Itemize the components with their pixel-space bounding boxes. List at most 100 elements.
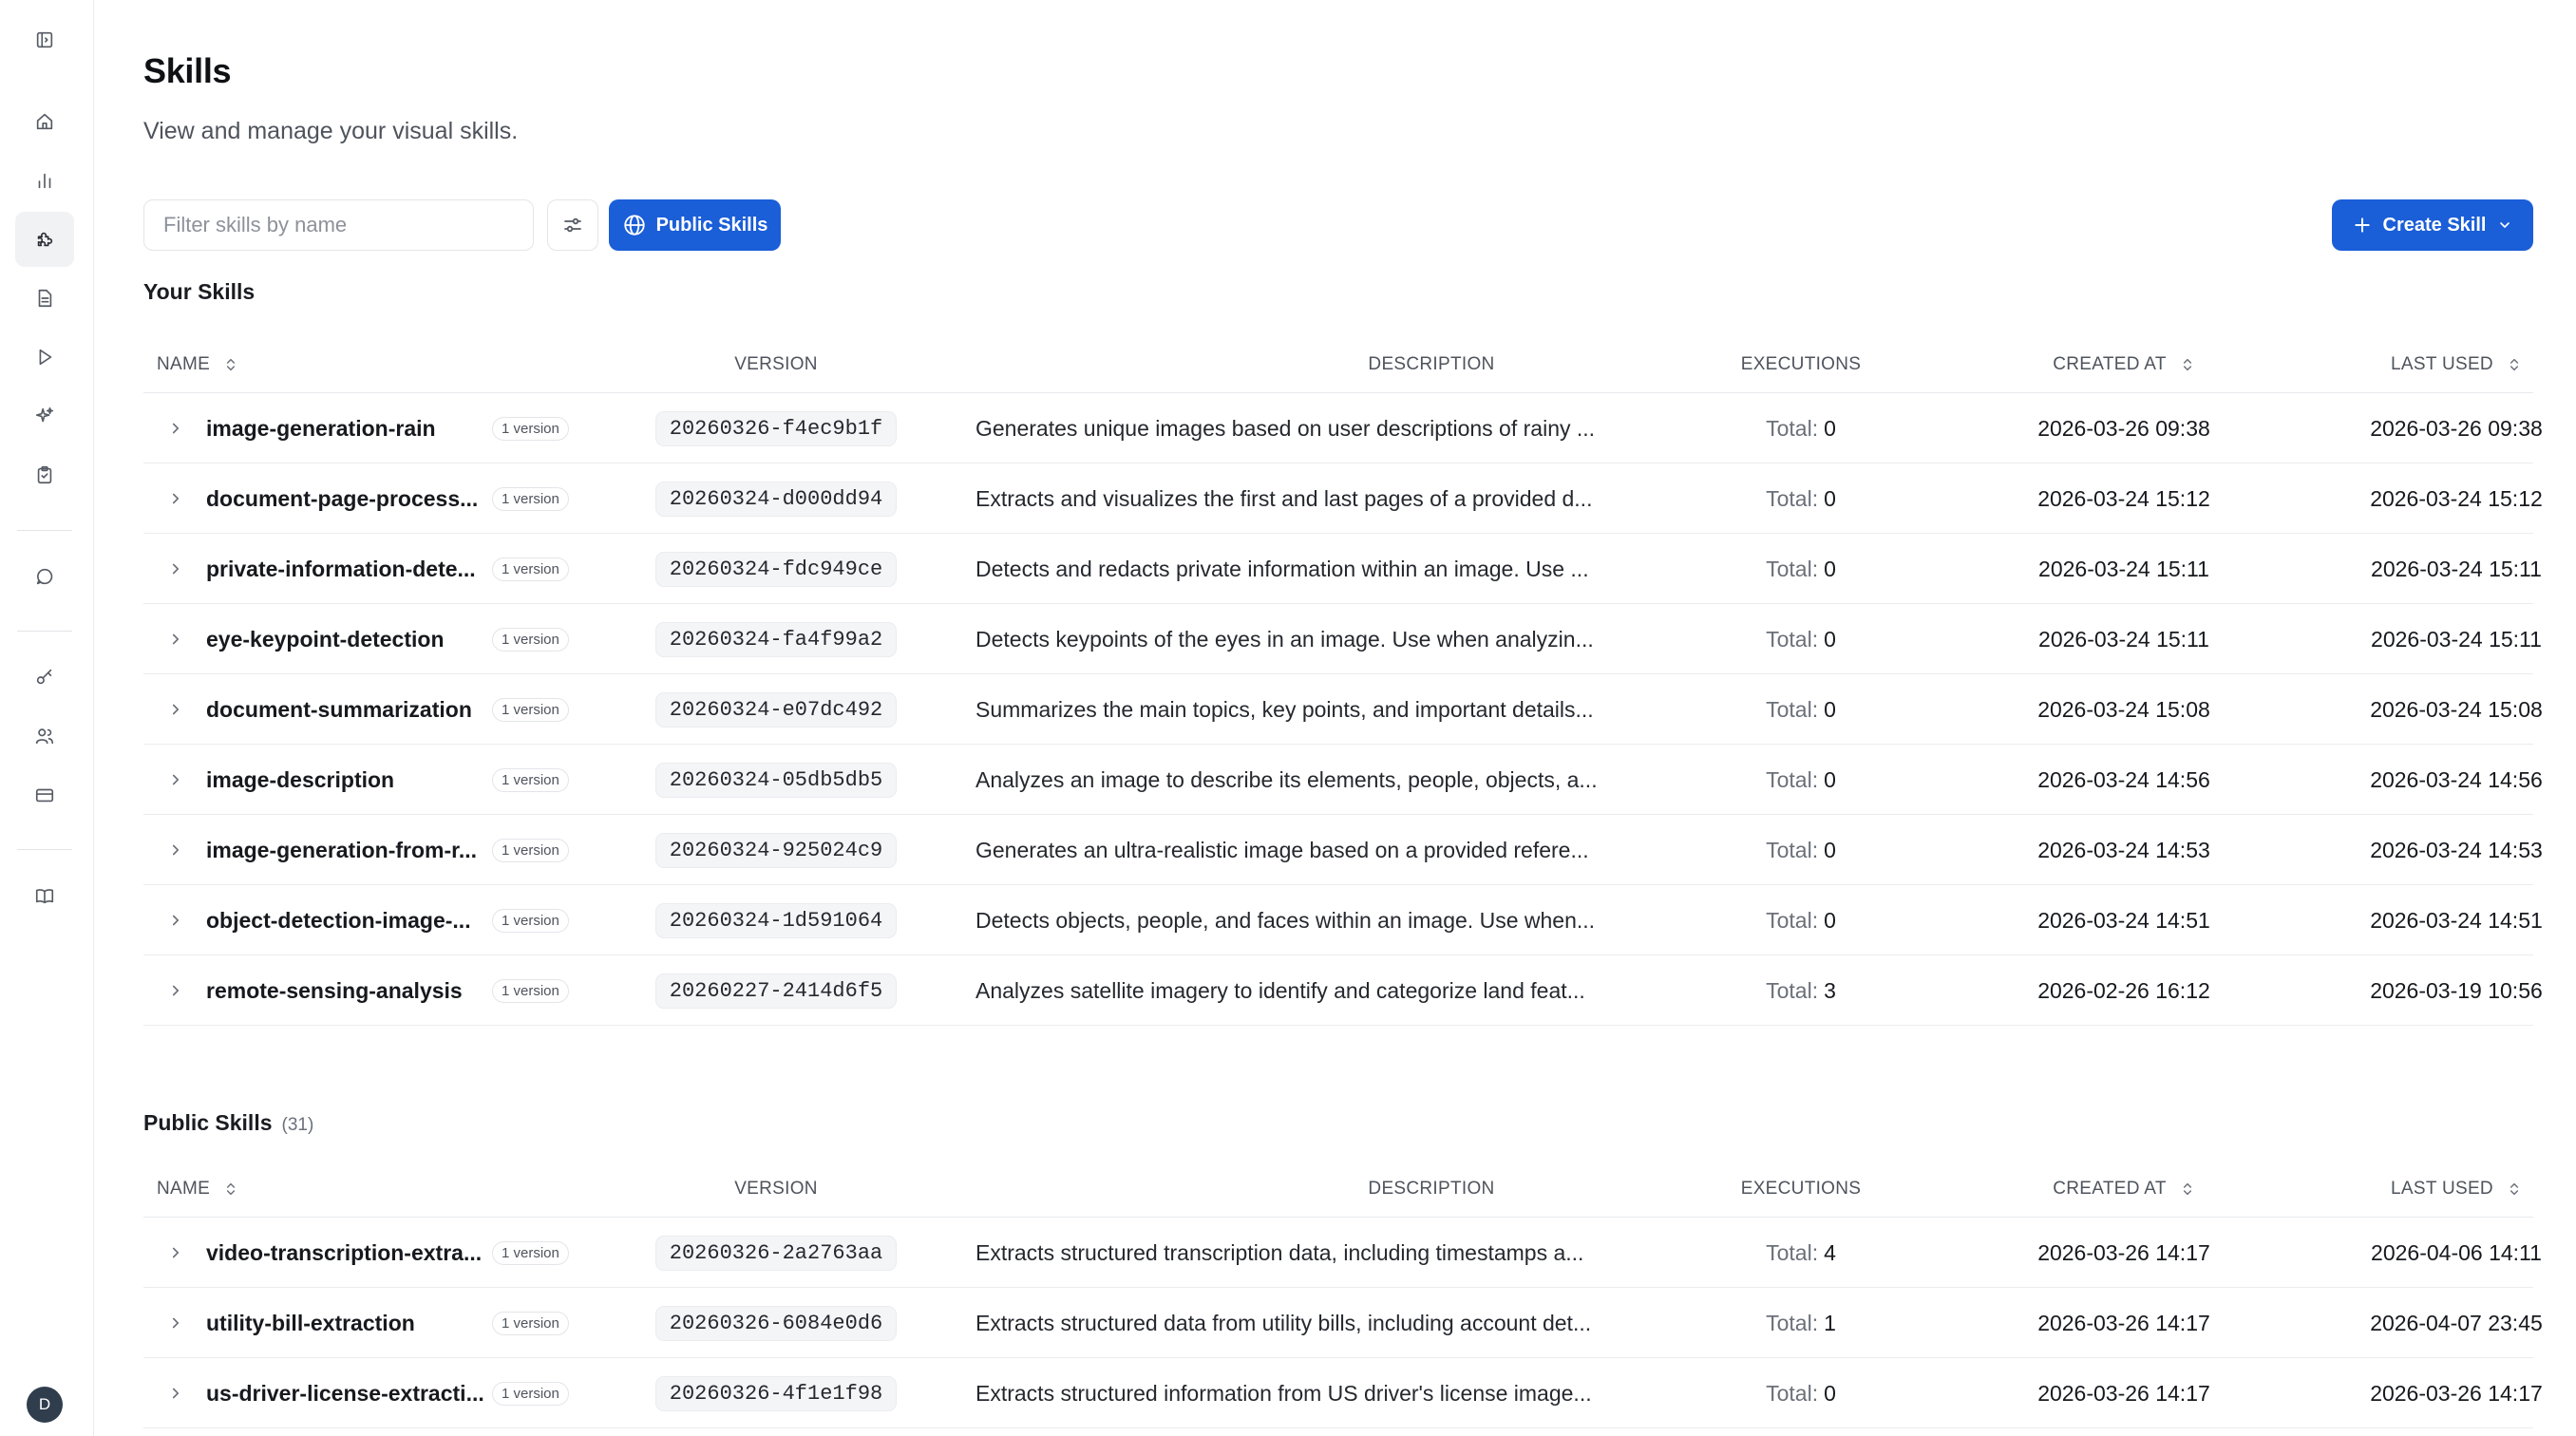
document-icon — [38, 289, 52, 308]
chevron-right-icon — [172, 1247, 180, 1258]
executions-value: 0 — [1824, 1380, 1836, 1406]
table-row[interactable]: image-generation-rain 1 version 20260326-f… — [143, 393, 2543, 463]
column-header-label: CREATED AT — [2053, 354, 2167, 374]
created-at: 2026-03-24 14:56 — [2037, 766, 2210, 792]
executions-label: Total: — [1766, 1310, 1819, 1335]
table-row[interactable]: object-detection-image-... 1 version 20260… — [143, 885, 2543, 955]
home-icon — [36, 113, 53, 130]
sidebar-item-documents[interactable] — [15, 271, 74, 326]
chevron-right-icon — [172, 985, 180, 996]
expand-row-button[interactable] — [162, 1358, 189, 1428]
skill-name[interactable]: video-transcription-extra... — [206, 1218, 491, 1288]
skill-name[interactable]: eye-keypoint-detection — [206, 604, 491, 674]
skill-description: Extracts structured transcription data, … — [975, 1239, 1584, 1265]
version-id: 20260324-d000dd94 — [654, 481, 898, 517]
expand-row-button[interactable] — [162, 534, 189, 604]
version-count-badge: 1 version — [492, 627, 569, 652]
version-id: 20260324-1d591064 — [654, 902, 898, 938]
version-count-badge: 1 version — [492, 697, 569, 722]
skill-name[interactable]: remote-sensing-analysis — [206, 955, 491, 1026]
skill-name[interactable]: document-page-process... — [206, 463, 491, 534]
sidebar-item-tasks[interactable] — [15, 447, 74, 502]
executions-cell: Total: 0 — [1697, 604, 1904, 674]
executions-value: 0 — [1824, 907, 1836, 933]
sidebar-item-analytics[interactable] — [15, 153, 74, 208]
column-header-label: LAST USED — [2391, 1179, 2493, 1199]
table-row[interactable]: image-generation-from-r... 1 version 20260… — [143, 815, 2543, 885]
expand-row-button[interactable] — [162, 1288, 189, 1358]
filter-button[interactable] — [547, 199, 598, 251]
expand-row-button[interactable] — [162, 604, 189, 674]
sidebar-item-home[interactable] — [15, 94, 74, 149]
executions-cell: Total: 0 — [1697, 674, 1904, 745]
version-cell: 20260324-1d591064 — [653, 885, 900, 955]
skill-name[interactable]: image-description — [206, 745, 491, 815]
public-skills-button[interactable]: Public Skills — [609, 199, 781, 251]
sort-icon[interactable] — [2507, 357, 2522, 372]
clipboard-check-icon — [37, 465, 52, 484]
sidebar-item-ai[interactable] — [15, 388, 74, 444]
expand-row-button[interactable] — [162, 393, 189, 463]
sort-icon[interactable] — [2180, 1181, 2195, 1197]
sidebar-item-billing[interactable] — [15, 767, 74, 822]
skill-name[interactable]: private-information-dete... — [206, 534, 491, 604]
table-row[interactable]: remote-sensing-analysis 1 version 20260227… — [143, 955, 2543, 1026]
version-count-cell: 1 version — [492, 1358, 578, 1428]
skill-name[interactable]: object-detection-image-... — [206, 885, 491, 955]
chevron-right-icon — [172, 774, 180, 785]
expand-row-button[interactable] — [162, 463, 189, 534]
table-row[interactable]: image-description 1 version 20260324-05db5… — [143, 745, 2543, 815]
sort-icon[interactable] — [223, 1181, 238, 1197]
version-cell: 20260324-05db5db5 — [653, 745, 900, 815]
sidebar-item-docs[interactable] — [15, 868, 74, 923]
column-header-created-at[interactable]: CREATED AT — [1948, 336, 2300, 393]
table-row[interactable]: document-page-process... 1 version 2026032… — [143, 463, 2543, 534]
sidebar-item-api-keys[interactable] — [15, 650, 74, 705]
table-row[interactable]: video-transcription-extra... 1 version 202… — [143, 1218, 2542, 1288]
skill-name[interactable]: utility-bill-extraction — [206, 1288, 491, 1358]
sidebar-item-run[interactable] — [15, 330, 74, 385]
expand-row-button[interactable] — [162, 1218, 189, 1288]
version-count-cell: 1 version — [492, 885, 578, 955]
expand-row-button[interactable] — [162, 955, 189, 1026]
sort-icon[interactable] — [223, 357, 238, 372]
skill-name[interactable]: document-summarization — [206, 674, 491, 745]
executions-cell: Total: 0 — [1697, 393, 1904, 463]
sort-icon[interactable] — [2180, 357, 2195, 372]
skill-name[interactable]: image-generation-from-r... — [206, 815, 491, 885]
table-row[interactable]: document-summarization 1 version 20260324-… — [143, 674, 2543, 745]
table-row[interactable]: private-information-dete... 1 version 2026… — [143, 534, 2542, 604]
column-header-name[interactable]: NAME — [157, 336, 238, 393]
expand-row-button[interactable] — [162, 745, 189, 815]
version-count-cell: 1 version — [492, 745, 578, 815]
executions-cell: Total: 0 — [1697, 815, 1904, 885]
version-count-cell: 1 version — [492, 955, 578, 1026]
sort-icon[interactable] — [2507, 1181, 2522, 1197]
search-input[interactable] — [143, 199, 534, 251]
column-header-label: NAME — [157, 354, 211, 374]
executions-label: Total: — [1766, 415, 1819, 441]
table-row[interactable]: eye-keypoint-detection 1 version 20260324-… — [143, 604, 2542, 674]
expand-row-button[interactable] — [162, 815, 189, 885]
sidebar-item-skills[interactable] — [15, 212, 74, 267]
table-row[interactable]: utility-bill-extraction 1 version 20260326… — [143, 1288, 2543, 1358]
column-header-last-used[interactable]: LAST USED — [2285, 336, 2576, 393]
version-id: 20260324-925024c9 — [654, 832, 898, 868]
sidebar-item-chat[interactable] — [15, 549, 74, 604]
skill-name[interactable]: us-driver-license-extracti... — [206, 1358, 491, 1428]
column-header-name[interactable]: NAME — [157, 1161, 238, 1218]
column-header-last-used[interactable]: LAST USED — [2285, 1161, 2576, 1218]
avatar[interactable]: D — [27, 1387, 63, 1423]
skill-description: Detects and redacts private information … — [975, 556, 1589, 581]
skill-name[interactable]: image-generation-rain — [206, 393, 491, 463]
sliders-icon — [564, 217, 581, 233]
chevron-right-icon — [172, 1388, 180, 1399]
sidebar-item-team[interactable] — [15, 709, 74, 764]
version-count-cell: 1 version — [492, 604, 578, 674]
create-skill-button[interactable]: Create Skill — [2332, 199, 2533, 251]
column-header-created-at[interactable]: CREATED AT — [1948, 1161, 2300, 1218]
expand-row-button[interactable] — [162, 674, 189, 745]
table-row[interactable]: us-driver-license-extracti... 1 version 20… — [143, 1358, 2543, 1428]
expand-row-button[interactable] — [162, 885, 189, 955]
toggle-sidebar-button[interactable] — [15, 12, 74, 67]
